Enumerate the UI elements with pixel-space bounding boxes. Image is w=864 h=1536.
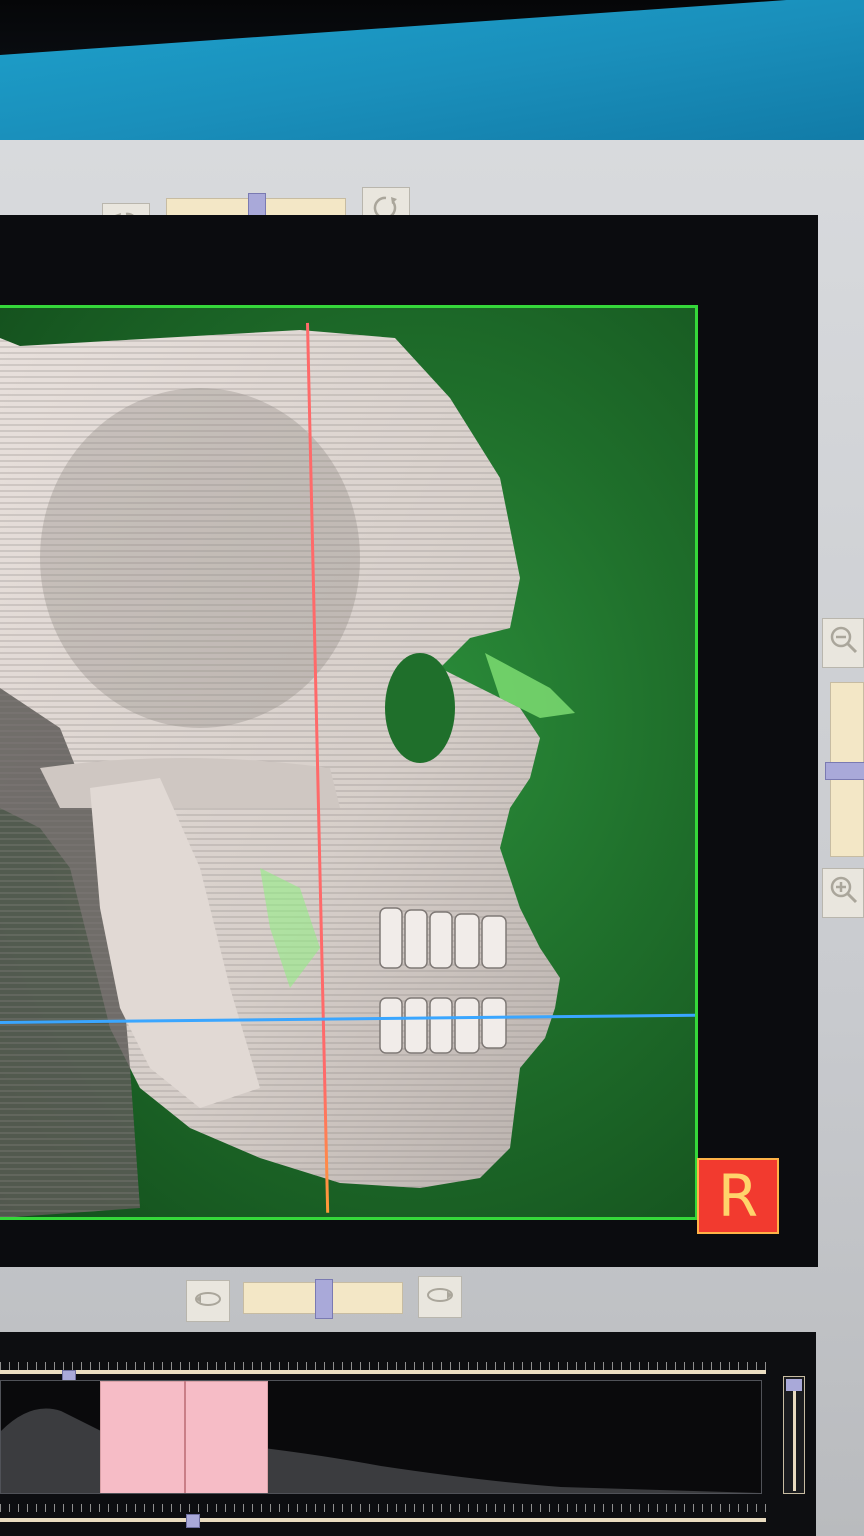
spin-right-button[interactable] — [418, 1276, 462, 1318]
zoom-slider[interactable] — [825, 682, 864, 857]
zoom-in-icon — [828, 874, 858, 912]
histogram-ruler-top — [0, 1362, 766, 1370]
histogram-area[interactable] — [0, 1380, 762, 1494]
orientation-badge: R — [697, 1158, 779, 1234]
zoom-slider-thumb[interactable] — [825, 762, 864, 780]
histogram-marker-bottom[interactable] — [186, 1514, 200, 1528]
histogram-ruler-bottom — [0, 1504, 766, 1512]
histogram-ruler-line-bottom — [0, 1518, 766, 1522]
histogram-ruler-line-top — [0, 1370, 766, 1374]
skull-render — [0, 330, 575, 1217]
spin-slider[interactable] — [243, 1279, 403, 1319]
spin-left-icon — [193, 1284, 223, 1319]
histogram-vertical-slider[interactable] — [783, 1376, 805, 1494]
histogram-vertical-slider-track — [793, 1391, 796, 1491]
window-level-center[interactable] — [183, 1381, 186, 1493]
zoom-in-button[interactable] — [822, 868, 864, 918]
zoom-out-icon — [828, 624, 858, 662]
spin-right-icon — [425, 1280, 455, 1315]
histogram-vertical-slider-thumb[interactable] — [786, 1379, 802, 1391]
3d-render-viewport[interactable] — [0, 305, 698, 1220]
zoom-out-button[interactable] — [822, 618, 864, 668]
spin-slider-thumb[interactable] — [315, 1279, 333, 1319]
spin-left-button[interactable] — [186, 1280, 230, 1322]
